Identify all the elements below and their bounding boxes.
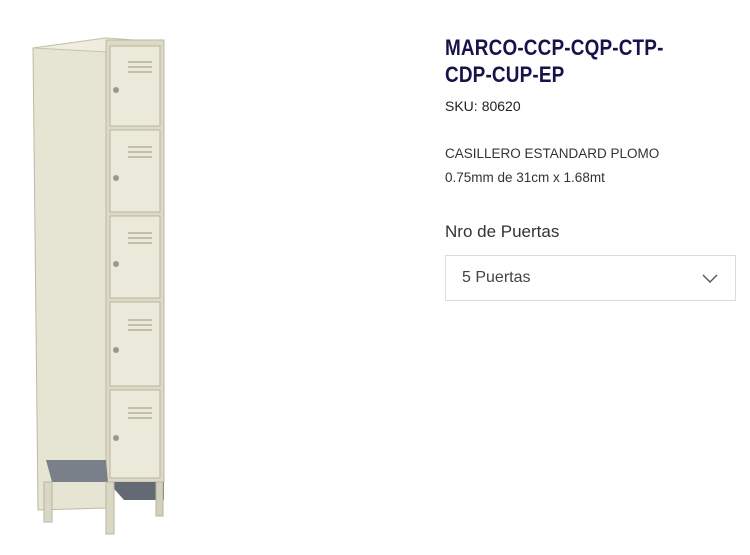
option-label: Nro de Puertas: [445, 222, 560, 241]
description-line: CASILLERO ESTANDARD PLOMO: [445, 146, 660, 161]
doors-select[interactable]: 5 Puertas: [445, 255, 736, 301]
select-value: 5 Puertas: [462, 269, 531, 286]
locker-illustration: [32, 37, 165, 535]
chevron-down-icon: [702, 274, 718, 283]
product-sku: SKU: 80620: [445, 98, 745, 114]
product-title: MARCO-CCP-CQP-CTP-CDP-CUP-EP: [445, 35, 664, 87]
product-image: [28, 30, 178, 540]
sku-label: SKU:: [445, 98, 478, 114]
product-description: CASILLERO ESTANDARD PLOMO 0.75mm de 31cm…: [445, 142, 745, 190]
description-line: 0.75mm de 31cm x 1.68mt: [445, 170, 605, 185]
sku-value: 80620: [481, 98, 521, 114]
product-info: MARCO-CCP-CQP-CTP-CDP-CUP-EP SKU: 80620 C…: [445, 34, 745, 301]
